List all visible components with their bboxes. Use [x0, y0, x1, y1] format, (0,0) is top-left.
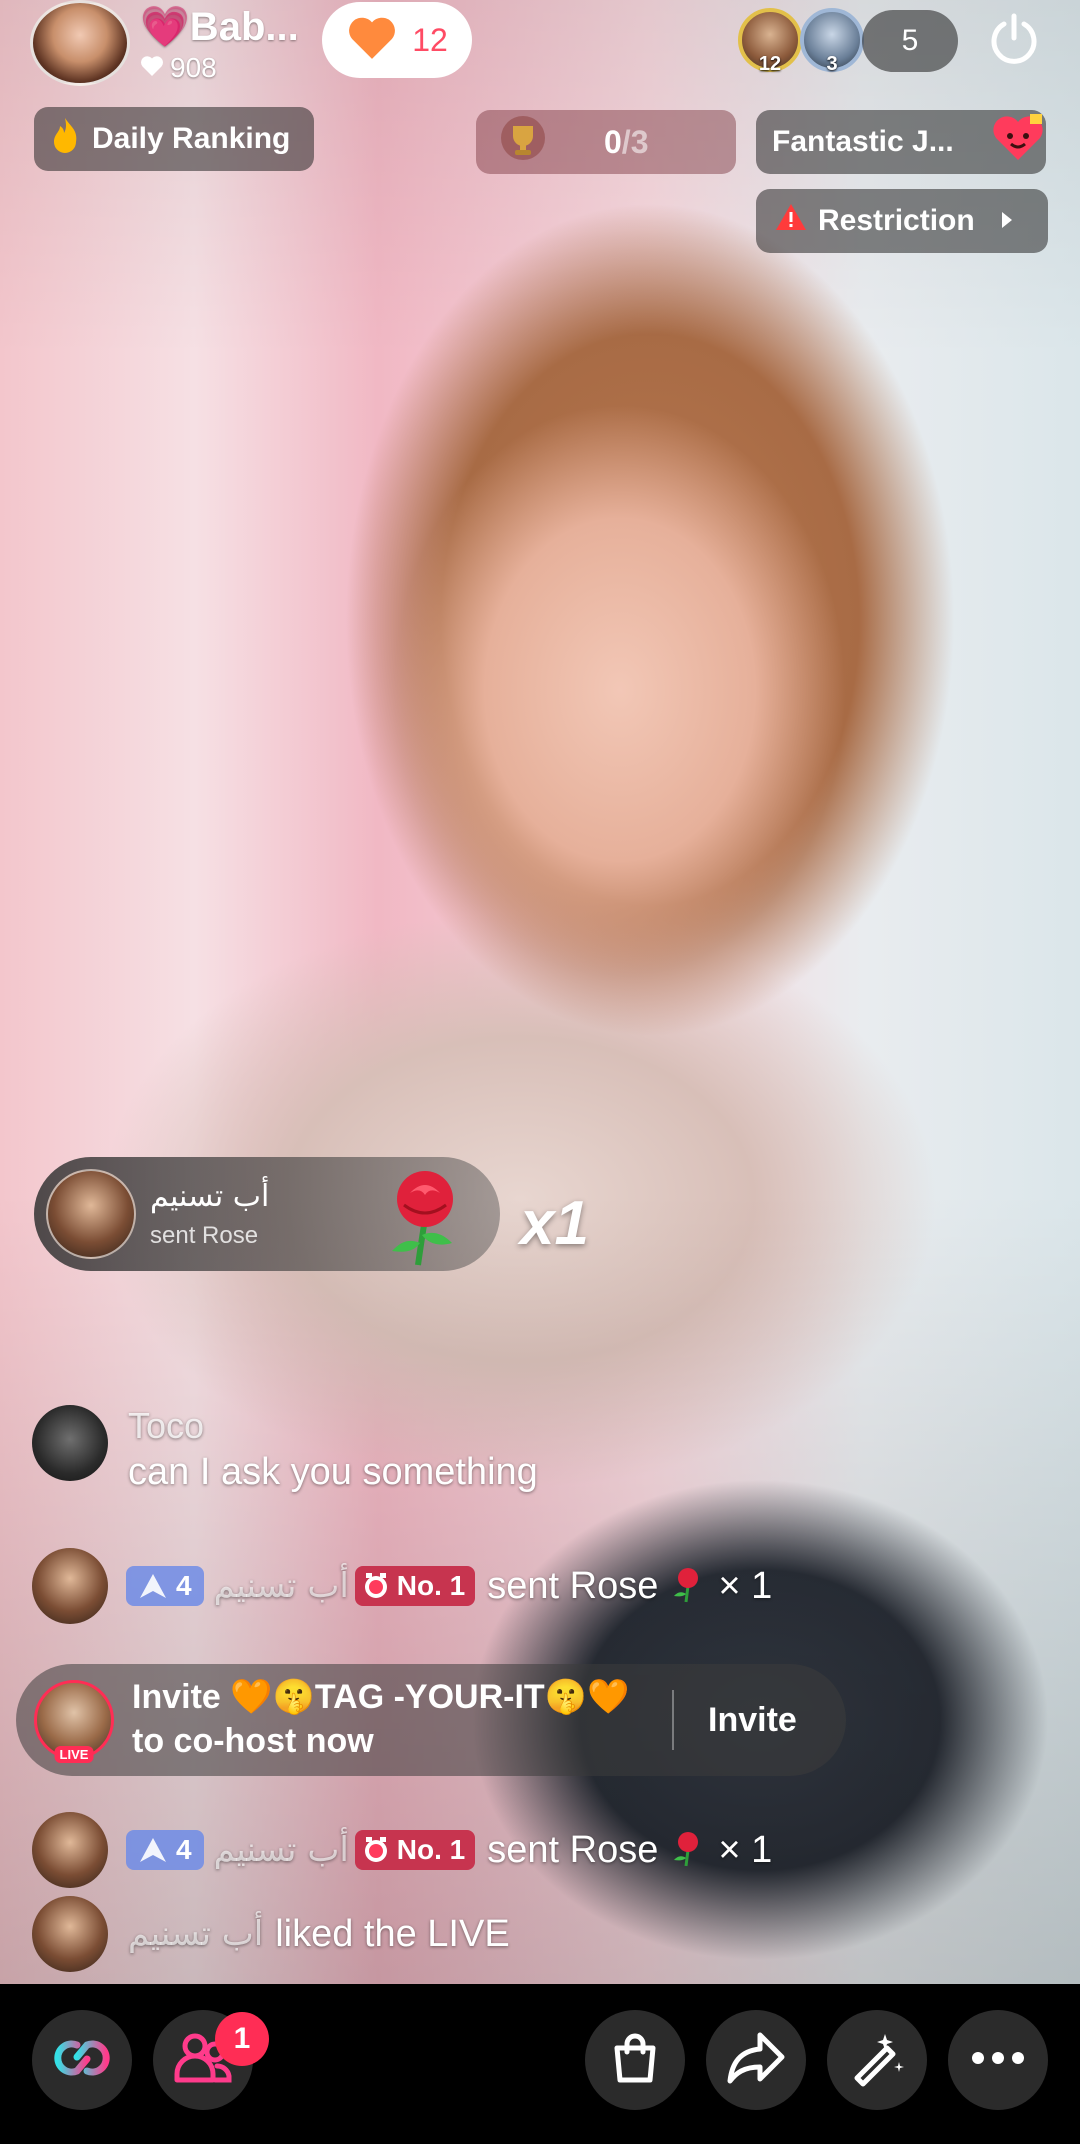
gift-sender-avatar[interactable]	[46, 1169, 136, 1259]
heart-icon	[346, 15, 398, 66]
top-viewer-avatar-1[interactable]: 12	[738, 8, 802, 75]
follow-button[interactable]: 12	[322, 2, 472, 78]
gift-sender-name: أب تسنيم	[150, 1178, 270, 1214]
close-live-button[interactable]	[982, 8, 1046, 72]
rank-badge: No. 1	[354, 1566, 476, 1606]
power-icon	[986, 10, 1042, 71]
commenter-name[interactable]: أب تسنيم	[214, 1566, 349, 1606]
shop-button[interactable]	[585, 2010, 685, 2110]
share-button[interactable]	[706, 2010, 806, 2110]
gift-heart-icon	[990, 112, 1046, 172]
warning-icon	[774, 202, 808, 240]
gift-text: sent Rose	[487, 1564, 659, 1607]
viewer-rank-badge: 12	[758, 53, 782, 75]
link-icon	[47, 2033, 117, 2088]
restriction-label: Restriction	[818, 204, 975, 237]
challenge-progress[interactable]: 0/3	[476, 110, 736, 174]
gift-chat-line: 4 أب تسنيم No. 1 sent Rose × 1	[32, 1812, 772, 1888]
comment-text: can I ask you something	[128, 1451, 538, 1493]
rose-icon	[668, 1564, 708, 1609]
gift-description: sent Rose	[150, 1221, 259, 1249]
commenter-name[interactable]: أب تسنيم	[214, 1830, 349, 1870]
level-badge: 4	[126, 1830, 204, 1870]
shopping-bag-icon	[607, 2030, 663, 2091]
magic-wand-icon	[847, 2028, 907, 2093]
fantastic-event-button[interactable]: Fantastic J...	[756, 110, 1046, 174]
chevron-right-icon	[999, 204, 1015, 238]
invite-message: Invite 🧡🤫TAG -YOUR-IT🤫🧡 to co-host now	[132, 1678, 630, 1760]
restriction-button[interactable]: Restriction	[756, 189, 1048, 253]
top-viewer-avatar-2[interactable]: 3	[800, 8, 864, 75]
like-text: liked the LIVE	[275, 1912, 510, 1955]
follow-count: 12	[412, 21, 448, 58]
gift-multiplier: x1	[520, 1189, 589, 1258]
notification-badge: 1	[215, 2012, 269, 2066]
host-avatar[interactable]	[30, 0, 130, 86]
invite-button[interactable]: Invite	[708, 1701, 797, 1740]
gift-chat-line: 4 أب تسنيم No. 1 sent Rose × 1	[32, 1548, 772, 1624]
heart-icon	[140, 52, 164, 84]
more-button[interactable]	[948, 2010, 1048, 2110]
gift-count: × 1	[718, 1564, 773, 1607]
invitee-avatar[interactable]: LIVE	[34, 1680, 114, 1763]
gift-notification: أب تسنيم sent Rose	[34, 1157, 500, 1271]
level-badge: 4	[126, 1566, 204, 1606]
rose-icon	[668, 1828, 708, 1873]
more-icon	[970, 2051, 1026, 2070]
live-badge: LIVE	[54, 1746, 94, 1763]
daily-ranking-label: Daily Ranking	[92, 122, 291, 155]
share-icon	[726, 2031, 786, 2090]
divider	[672, 1690, 674, 1750]
viewer-rank-badge: 3	[826, 53, 838, 75]
fantastic-event-label: Fantastic J...	[772, 125, 954, 158]
cohost-invite-card: LIVE Invite 🧡🤫TAG -YOUR-IT🤫🧡 to co-host …	[16, 1664, 846, 1776]
rose-icon	[370, 1159, 480, 1269]
challenge-progress-text: 0/3	[604, 123, 649, 160]
fire-hand-icon	[48, 116, 82, 162]
rank-badge: No. 1	[354, 1830, 476, 1870]
viewer-count[interactable]: 5	[862, 10, 958, 72]
daily-ranking-button[interactable]: Daily Ranking	[34, 107, 314, 171]
gift-text: sent Rose	[487, 1828, 659, 1871]
multi-guest-button[interactable]	[32, 2010, 132, 2110]
commenter-avatar[interactable]	[32, 1896, 108, 1972]
trophy-icon	[496, 114, 550, 170]
enhance-button[interactable]	[827, 2010, 927, 2110]
gift-count: × 1	[718, 1828, 773, 1871]
commenter-name[interactable]: أب تسنيم	[128, 1914, 263, 1954]
commenter-avatar[interactable]	[32, 1812, 108, 1888]
like-chat-line: أب تسنيم liked the LIVE	[32, 1896, 510, 1972]
chat-comment: Toco can I ask you something	[32, 1405, 538, 1494]
commenter-avatar[interactable]	[32, 1405, 108, 1481]
commenter-avatar[interactable]	[32, 1548, 108, 1624]
host-likes: 908	[140, 52, 299, 84]
host-name: 💗Bab...	[140, 4, 299, 49]
host-likes-count: 908	[170, 51, 217, 83]
commenter-name[interactable]: Toco	[128, 1405, 538, 1447]
